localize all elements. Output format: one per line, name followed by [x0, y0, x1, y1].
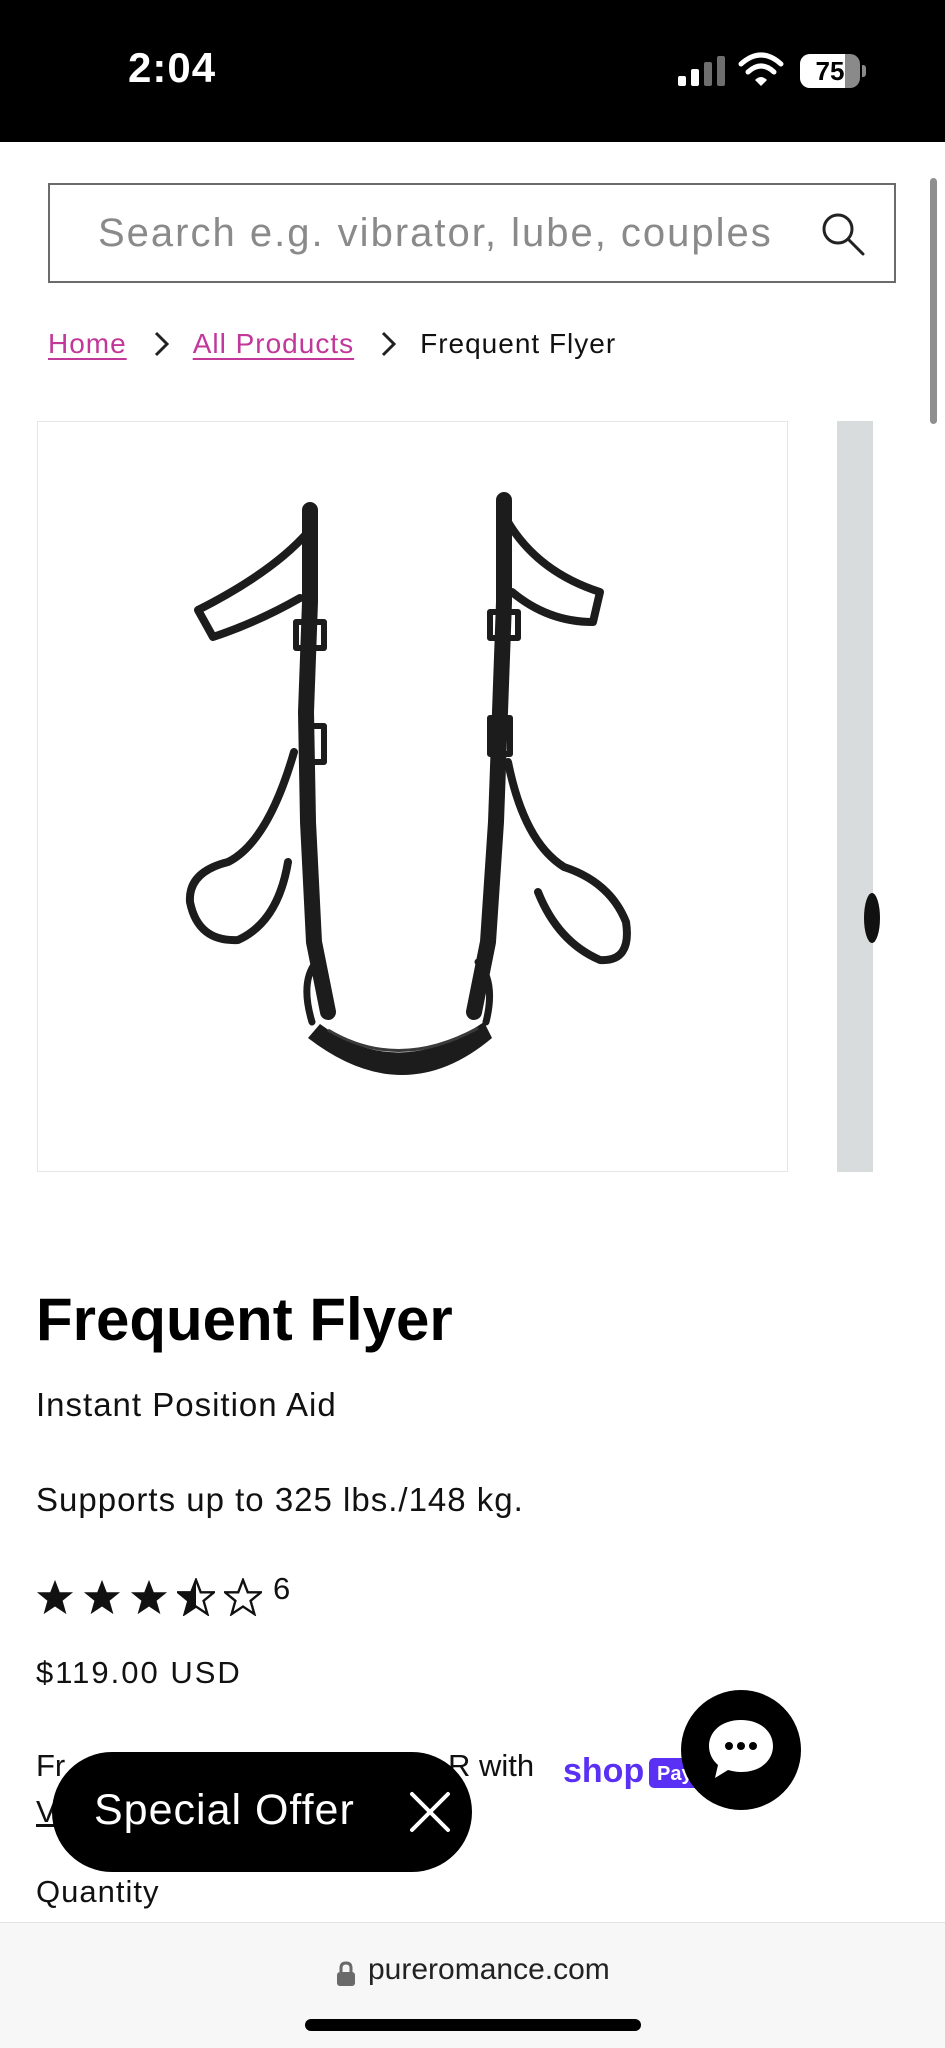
battery-body: 75	[800, 54, 860, 88]
home-indicator[interactable]	[305, 2019, 641, 2031]
product-rating[interactable]: 6	[36, 1571, 290, 1622]
page-scrollbar[interactable]	[930, 178, 937, 424]
search-bar[interactable]	[48, 183, 896, 283]
product-title: Frequent Flyer	[36, 1286, 453, 1353]
url-text[interactable]: pureromance.com	[368, 1953, 610, 1987]
product-image[interactable]	[37, 421, 788, 1172]
star-empty-icon	[224, 1578, 262, 1616]
special-offer-button[interactable]: Special Offer	[52, 1752, 472, 1872]
breadcrumb: Home All Products Frequent Flyer	[48, 322, 616, 366]
special-offer-label[interactable]: Special Offer	[94, 1786, 355, 1835]
star-full-icon	[83, 1579, 121, 1615]
chat-bubble-icon	[709, 1720, 773, 1778]
battery-level: 75	[815, 56, 845, 86]
star-full-icon	[130, 1579, 168, 1615]
wifi-icon	[738, 52, 784, 86]
battery-indicator: 75	[800, 54, 866, 88]
product-subtitle: Instant Position Aid	[36, 1386, 337, 1423]
star-full-icon	[36, 1579, 74, 1615]
close-icon[interactable]	[402, 1784, 458, 1840]
chevron-right-icon	[154, 331, 169, 357]
shop-pay-word: shop	[563, 1752, 644, 1790]
breadcrumb-all-products-link[interactable]: All Products	[193, 328, 354, 360]
cellular-signal-icon	[678, 56, 725, 86]
product-price: $119.00 USD	[36, 1655, 242, 1690]
status-bar: 2:04 75	[0, 0, 945, 142]
lock-icon	[337, 1961, 355, 1986]
quantity-label: Quantity	[36, 1874, 160, 1909]
review-count[interactable]: 6	[273, 1571, 290, 1607]
next-product-image[interactable]	[837, 421, 880, 1172]
search-input[interactable]	[98, 203, 818, 263]
search-icon[interactable]	[820, 211, 866, 257]
browser-address-bar[interactable]: pureromance.com	[0, 1922, 945, 2048]
breadcrumb-home-link[interactable]: Home	[48, 328, 127, 360]
breadcrumb-current: Frequent Flyer	[420, 328, 617, 359]
star-half-icon	[177, 1578, 215, 1616]
swing-strap-illustration	[185, 492, 631, 1075]
chat-button[interactable]	[681, 1690, 801, 1810]
status-time: 2:04	[128, 44, 217, 91]
chevron-right-icon	[382, 331, 397, 357]
next-image-knob	[864, 893, 880, 943]
battery-nub	[862, 65, 866, 77]
installments-text-start: Fr	[36, 1748, 66, 1783]
product-weight-limit: Supports up to 325 lbs./148 kg.	[36, 1481, 524, 1518]
